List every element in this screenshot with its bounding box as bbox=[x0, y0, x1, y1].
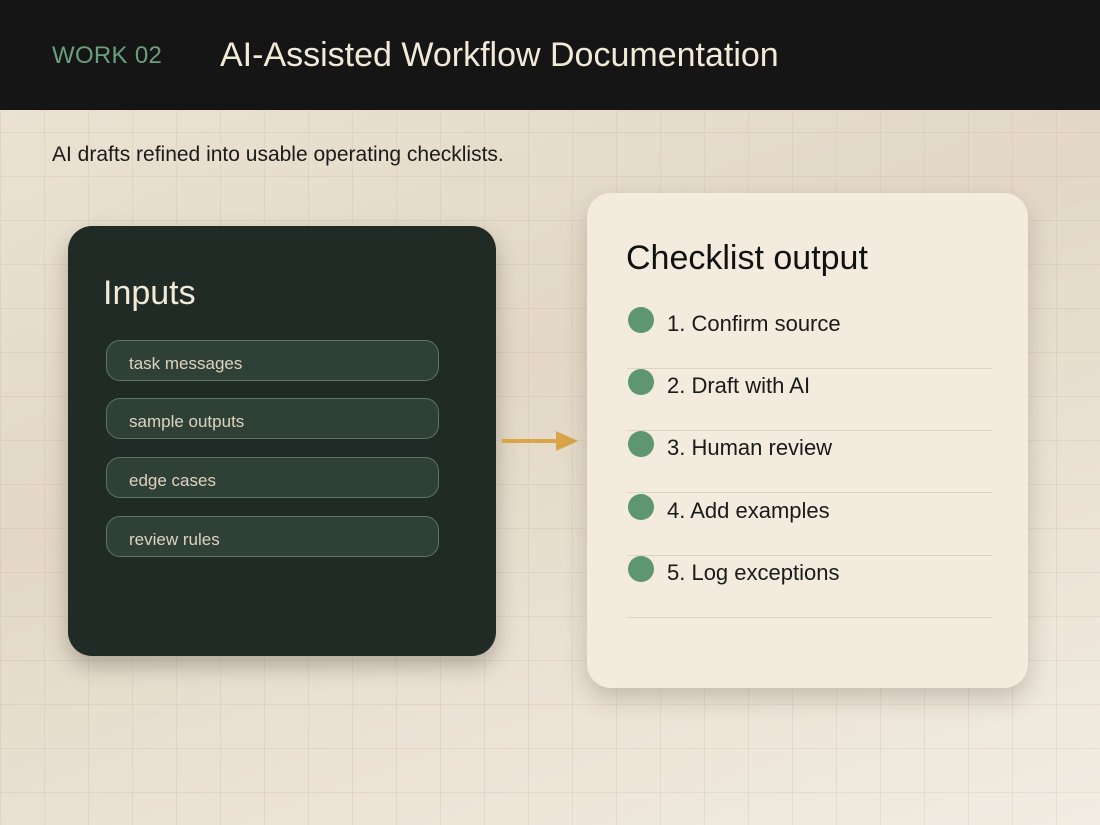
checklist-item-label: 3. Human review bbox=[667, 435, 833, 460]
checklist-item: 3. Human review bbox=[627, 431, 992, 493]
checklist-item-label: 1. Confirm source bbox=[667, 311, 841, 336]
checklist-card: Checklist output 1. Confirm source 2. Dr… bbox=[587, 193, 1028, 688]
check-dot-icon bbox=[628, 494, 654, 520]
checklist-item: 1. Confirm source bbox=[627, 307, 992, 369]
checklist-item-label: 2. Draft with AI bbox=[667, 373, 811, 398]
header-bar: WORK 02 AI-Assisted Workflow Documentati… bbox=[0, 0, 1100, 110]
check-dot-icon bbox=[628, 431, 654, 457]
input-item-task-messages: task messages bbox=[106, 340, 439, 381]
checklist-title: Checklist output bbox=[626, 239, 868, 277]
inputs-card: Inputs task messages sample outputs edge… bbox=[68, 226, 496, 656]
page-subtitle: AI drafts refined into usable operating … bbox=[52, 143, 504, 166]
checklist-item-label: 4. Add examples bbox=[667, 498, 830, 523]
input-item-edge-cases: edge cases bbox=[106, 457, 439, 498]
check-dot-icon bbox=[628, 307, 654, 333]
check-dot-icon bbox=[628, 556, 654, 582]
checklist-item: 2. Draft with AI bbox=[627, 369, 992, 431]
flow-arrow-icon bbox=[502, 431, 578, 451]
input-item-sample-outputs: sample outputs bbox=[106, 398, 439, 439]
check-dot-icon bbox=[628, 369, 654, 395]
inputs-title: Inputs bbox=[103, 274, 196, 312]
checklist-item-label: 5. Log exceptions bbox=[667, 560, 840, 585]
work-label: WORK 02 bbox=[52, 42, 163, 69]
input-item-review-rules: review rules bbox=[106, 516, 439, 557]
page-title: AI-Assisted Workflow Documentation bbox=[220, 36, 779, 74]
checklist-item: 4. Add examples bbox=[627, 494, 992, 556]
checklist-item: 5. Log exceptions bbox=[627, 556, 992, 618]
